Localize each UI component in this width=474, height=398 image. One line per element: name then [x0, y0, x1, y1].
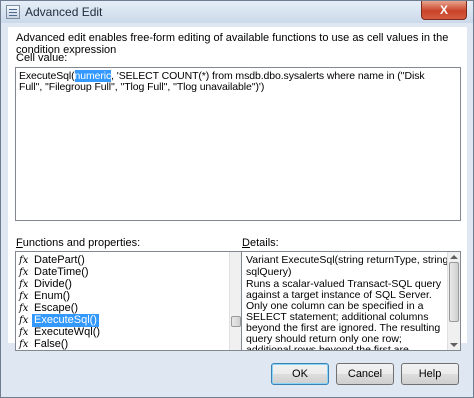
- cell-value-label: Cell value:: [16, 52, 68, 64]
- details-signature: Variant ExecuteSql(string returnType, st…: [246, 254, 449, 278]
- function-icon: fx: [19, 339, 29, 350]
- details-panel: Variant ExecuteSql(string returnType, st…: [241, 251, 461, 351]
- window-title: Advanced Edit: [25, 5, 103, 19]
- cancel-button[interactable]: Cancel: [336, 363, 394, 385]
- list-item[interactable]: fx False(): [19, 338, 227, 350]
- scroll-up-icon[interactable]: [450, 255, 458, 259]
- close-button[interactable]: X: [421, 1, 467, 20]
- description-text: Advanced edit enables free-form editing …: [16, 32, 449, 56]
- title-bar[interactable]: Advanced Edit X: [1, 1, 473, 23]
- dialog-body: Advanced edit enables free-form editing …: [8, 27, 467, 351]
- functions-scroll-thumb[interactable]: [231, 316, 241, 327]
- details-scrollbar[interactable]: [447, 252, 460, 350]
- advanced-edit-dialog: Advanced Edit X Advanced edit enables fr…: [0, 0, 474, 398]
- functions-label: Functions and properties:: [16, 237, 141, 249]
- ok-button[interactable]: OK: [271, 363, 329, 385]
- functions-list[interactable]: fx DatePart() fx DateTime() fx Divide() …: [15, 251, 243, 351]
- app-icon: [6, 5, 20, 19]
- details-label: Details:: [242, 237, 279, 249]
- help-button[interactable]: Help: [401, 363, 459, 385]
- cell-value-text[interactable]: ExecuteSql(numeric, 'SELECT COUNT(*) fro…: [19, 70, 439, 93]
- scroll-down-icon[interactable]: [450, 343, 458, 347]
- close-icon: X: [439, 3, 448, 17]
- cell-value-editor[interactable]: ExecuteSql(numeric, 'SELECT COUNT(*) fro…: [15, 67, 461, 221]
- details-description: Runs a scalar-valued Transact-SQL query …: [246, 278, 442, 351]
- function-name: False(): [34, 338, 69, 350]
- details-scroll-thumb[interactable]: [449, 262, 459, 322]
